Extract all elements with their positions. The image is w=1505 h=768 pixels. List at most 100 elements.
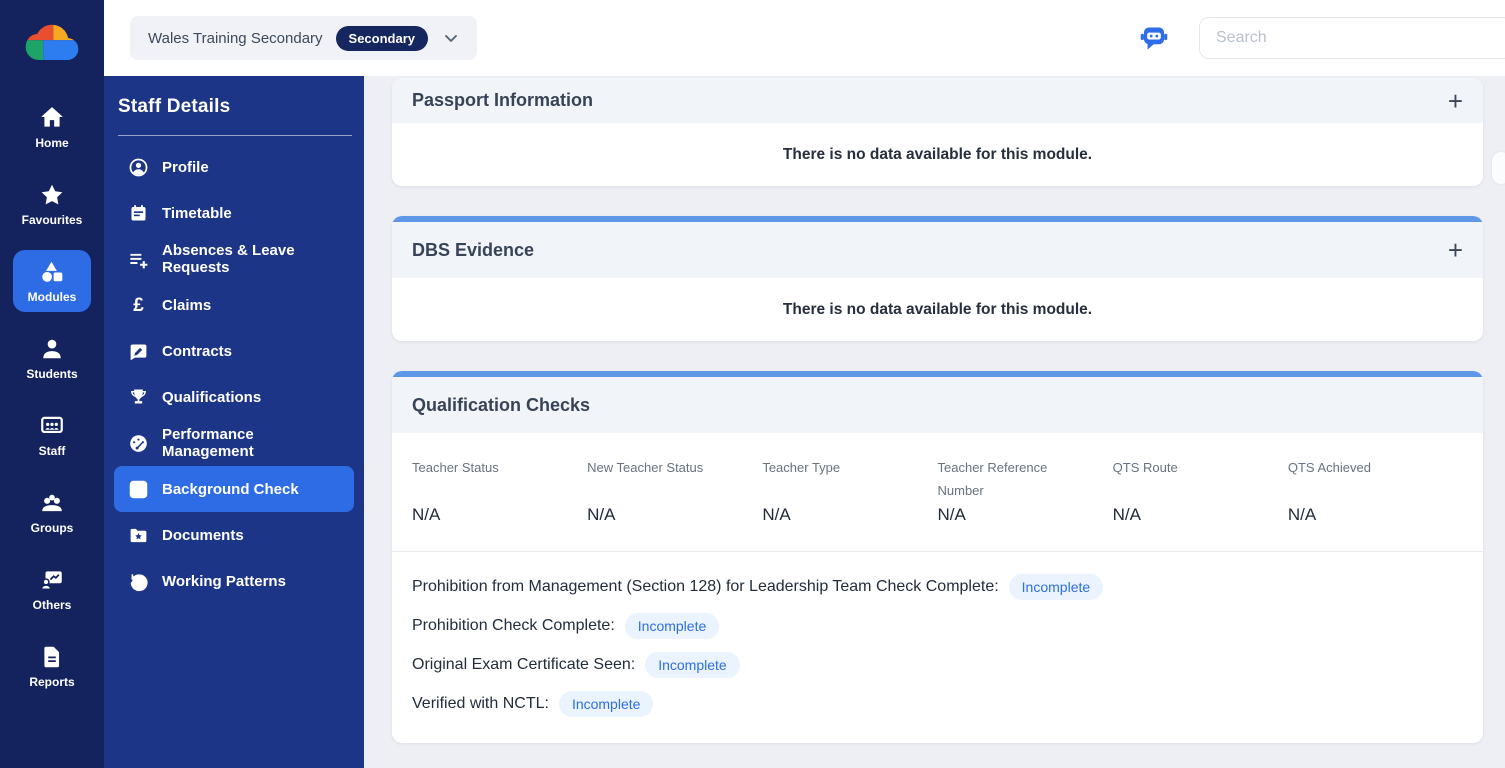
sidebar-item-label: Absences & Leave Requests: [162, 242, 295, 276]
groups-icon: [39, 490, 65, 516]
dbs-evidence-card: DBS Evidence + There is no data availabl…: [392, 216, 1483, 341]
check-row-prohibition-check: Prohibition Check Complete: Incomplete: [412, 613, 1463, 639]
sidebar-item-contracts[interactable]: Contracts: [114, 328, 354, 374]
staff-details-sidebar: Staff Details Profile Timetable Absences…: [104, 76, 364, 768]
field-value: N/A: [1112, 505, 1141, 524]
modules-icon: [39, 259, 65, 285]
qualification-fields: Teacher Status N/A New Teacher Status N/…: [392, 433, 1483, 552]
sidebar-item-label: Timetable: [162, 204, 232, 222]
rail-item-label: Students: [26, 366, 78, 381]
sidebar-item-timetable[interactable]: Timetable: [114, 190, 354, 236]
sidebar-item-label: Claims: [162, 296, 212, 314]
sidebar-item-qualifications[interactable]: Qualifications: [114, 374, 354, 420]
trophy-icon: [128, 387, 149, 408]
check-label: Original Exam Certificate Seen:: [412, 656, 636, 673]
pound-icon: £: [133, 294, 144, 316]
folder-star-icon: [128, 525, 149, 546]
field-teacher-status: Teacher Status N/A: [412, 457, 587, 525]
rail-item-others[interactable]: Others: [0, 550, 104, 627]
rail-item-label: Groups: [30, 520, 74, 535]
status-badge: Incomplete: [624, 613, 720, 639]
sidebar-item-label: Background Check: [162, 480, 299, 498]
field-teacher-reference-number: Teacher Reference Number N/A: [938, 457, 1113, 525]
others-icon: [39, 567, 65, 593]
sidebar-item-profile[interactable]: Profile: [114, 144, 354, 190]
rail-item-label: Reports: [29, 674, 75, 689]
sidebar-item-label: Documents: [162, 526, 244, 544]
rail-item-students[interactable]: Students: [0, 319, 104, 396]
status-badge: Incomplete: [645, 652, 740, 678]
sidebar-item-background-check[interactable]: Background Check: [114, 466, 354, 512]
check-row-verified-with-nctl: Verified with NCTL: Incomplete: [412, 691, 1463, 717]
check-label: Verified with NCTL:: [412, 695, 549, 712]
school-selector[interactable]: Wales Training Secondary Secondary: [130, 16, 478, 60]
magnifier-square-icon: [128, 479, 149, 500]
field-label: QTS Route: [1112, 460, 1178, 475]
rail-item-label: Favourites: [21, 212, 83, 227]
home-icon: [39, 105, 65, 131]
field-label: Teacher Status: [412, 460, 499, 475]
sidebar-item-documents[interactable]: Documents: [114, 512, 354, 558]
sidebar-item-label: Working Patterns: [162, 572, 286, 590]
field-label: Teacher Reference Number: [937, 460, 1048, 498]
list-plus-icon: [128, 249, 149, 270]
add-passport-button[interactable]: +: [1448, 88, 1463, 114]
field-label: QTS Achieved: [1287, 460, 1371, 475]
empty-state-text: There is no data available for this modu…: [782, 145, 1093, 163]
star-icon: [39, 182, 65, 208]
rail-item-label: Modules: [27, 289, 77, 304]
rail-nav: Home Favourites Modules Students Staff G…: [0, 76, 104, 704]
rail-item-groups[interactable]: Groups: [0, 473, 104, 550]
status-badge: Incomplete: [1008, 574, 1104, 600]
sidebar-item-label: Contracts: [162, 342, 233, 360]
assistant-chatbot-button[interactable]: [1139, 24, 1169, 52]
sidebar-divider: [118, 135, 352, 136]
scrollbar-thumb[interactable]: [1492, 152, 1505, 184]
sidebar-item-absences-leave-requests[interactable]: Absences & Leave Requests: [114, 236, 354, 282]
qualification-checks-card: Qualification Checks Teacher Status N/A …: [392, 371, 1483, 743]
empty-state-text: There is no data available for this modu…: [782, 300, 1093, 318]
sidebar-item-claims[interactable]: £ Claims: [114, 282, 354, 328]
check-row-prohibition-management: Prohibition from Management (Section 128…: [412, 574, 1463, 600]
rail-item-staff[interactable]: Staff: [0, 396, 104, 473]
sidebar-item-label: Profile: [162, 158, 209, 176]
topbar: Wales Training Secondary Secondary: [104, 0, 1505, 76]
gauge-icon: [128, 433, 149, 454]
card-title: Passport Information: [412, 90, 594, 110]
field-value: N/A: [1287, 505, 1317, 524]
robot-icon: [1140, 27, 1168, 50]
sidebar-item-working-patterns[interactable]: Working Patterns: [114, 558, 354, 604]
calendar-icon: [128, 203, 149, 224]
rail-item-home[interactable]: Home: [0, 88, 104, 165]
field-new-teacher-status: New Teacher Status N/A: [587, 457, 762, 525]
pen-square-icon: [128, 341, 149, 362]
student-icon: [39, 336, 65, 362]
field-value: N/A: [937, 505, 966, 524]
search-input[interactable]: [1199, 17, 1505, 59]
rail-item-label: Others: [32, 597, 72, 612]
main-content: Passport Information + There is no data …: [364, 76, 1505, 768]
profile-icon: [128, 157, 149, 178]
passport-information-card: Passport Information + There is no data …: [392, 78, 1483, 186]
app-logo[interactable]: [0, 0, 104, 76]
sidebar-item-label: Performance Management: [162, 426, 254, 460]
qualification-checks-list: Prohibition from Management (Section 128…: [392, 552, 1483, 743]
field-label: New Teacher Status: [587, 460, 704, 475]
add-dbs-button[interactable]: +: [1448, 237, 1463, 263]
field-qts-route: QTS Route N/A: [1113, 457, 1288, 525]
staff-icon: [39, 413, 65, 439]
field-value: N/A: [412, 505, 441, 524]
field-label: Teacher Type: [762, 460, 841, 475]
school-name: Wales Training Secondary: [148, 29, 323, 47]
app-window: Home Favourites Modules Students Staff G…: [0, 0, 1505, 768]
report-icon: [39, 644, 65, 670]
sidebar-item-performance-management[interactable]: Performance Management: [114, 420, 354, 466]
rail-item-reports[interactable]: Reports: [0, 627, 104, 704]
cloud-logo-icon: [25, 24, 79, 60]
check-row-original-exam-certificate: Original Exam Certificate Seen: Incomple…: [412, 652, 1463, 678]
rail-item-label: Staff: [38, 443, 66, 458]
rail-item-modules[interactable]: Modules: [0, 242, 104, 319]
rail-item-favourites[interactable]: Favourites: [0, 165, 104, 242]
field-qts-achieved: QTS Achieved N/A: [1288, 457, 1463, 525]
icon-rail: Home Favourites Modules Students Staff G…: [0, 0, 104, 768]
